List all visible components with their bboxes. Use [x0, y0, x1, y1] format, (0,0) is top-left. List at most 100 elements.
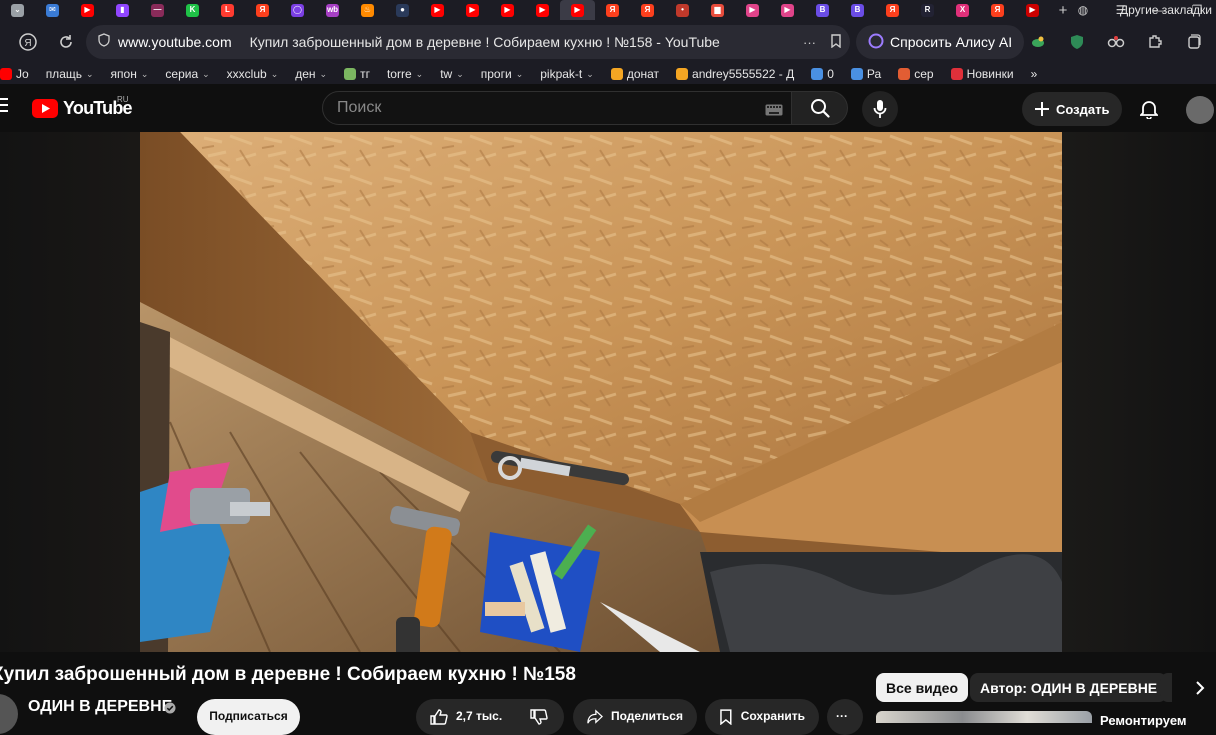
browser-tab[interactable]: ▶ [1015, 0, 1050, 20]
bookmark-item[interactable]: сер [898, 67, 934, 81]
browser-tab[interactable]: ▶ [525, 0, 560, 20]
notifications-button[interactable] [1134, 94, 1164, 124]
account-avatar[interactable] [1186, 96, 1214, 124]
bookmark-folder[interactable]: плащь ⌄ [46, 67, 94, 81]
video-frame[interactable] [140, 132, 1062, 652]
circle-icon: ◯ [291, 3, 304, 17]
site-info-icon[interactable] [98, 32, 110, 52]
bookmark-item[interactable]: 0 [811, 67, 834, 81]
bookmark-item[interactable]: Новинки [950, 67, 1014, 81]
ask-alice-button[interactable]: Спросить Алису AI [856, 25, 1025, 59]
video-player[interactable] [0, 132, 1216, 652]
browser-tab[interactable]: wb [315, 0, 350, 20]
bookmark-label: проги [480, 67, 512, 81]
bookmark-label: сер [914, 67, 934, 81]
extensions-puzzle-icon[interactable] [1135, 34, 1174, 50]
browser-tab[interactable]: ▶ [455, 0, 490, 20]
browser-tab[interactable]: L [210, 0, 245, 20]
browser-tab[interactable]: ▮ [105, 0, 140, 20]
bookmark-folder[interactable]: torre ⌄ [387, 67, 423, 81]
profile-icon[interactable]: ◍ [1064, 3, 1102, 17]
bookmark-item[interactable]: донат [610, 67, 659, 81]
bookmark-label: andrey5555522 - Д [692, 67, 795, 81]
browser-tab[interactable]: — [140, 0, 175, 20]
bookmark-item[interactable]: тг [344, 67, 370, 81]
share-button[interactable]: Поделиться [573, 699, 697, 735]
browser-tab[interactable]: ▶ [770, 0, 805, 20]
recommended-thumbnail[interactable] [876, 711, 1092, 723]
voice-search-button[interactable] [862, 91, 898, 127]
bookmark-folder[interactable]: pikpak-t ⌄ [540, 67, 594, 81]
recommended-title[interactable]: Ремонтируем [1100, 713, 1187, 728]
browser-tab[interactable]: X [945, 0, 980, 20]
browser-tab[interactable]: ⌄ [0, 0, 35, 20]
bookmark-item[interactable]: Ра [850, 67, 882, 81]
create-button[interactable]: Создать [1022, 92, 1123, 126]
bookmarks-overflow-button[interactable]: » [1031, 67, 1038, 81]
browser-tab[interactable]: B [805, 0, 840, 20]
extension-leaf-icon[interactable] [1018, 34, 1057, 50]
channel-name[interactable]: ОДИН В ДЕРЕВНЕ [28, 698, 172, 716]
bookmark-folder[interactable]: tw ⌄ [440, 67, 464, 81]
youtube-logo[interactable]: YouTube RU [32, 95, 133, 119]
browser-tab[interactable]: Я [630, 0, 665, 20]
browser-tab[interactable]: ▶ [420, 0, 455, 20]
bookmark-folder[interactable]: ден ⌄ [295, 67, 327, 81]
chip-author[interactable]: Автор: ОДИН В ДЕРЕВНЕ [970, 673, 1168, 702]
thumbs-down-icon[interactable] [530, 709, 548, 725]
browser-tab-strip: ⌄ ✉ ▶ ▮ — K L Я ◯ wb ♨ ● ▶ ▶ ▶ ▶ ▶ Я Я • ▆ ▶ ▶ B B Я R X Я ▶ + [0, 0, 1216, 20]
extension-shield-icon[interactable] [1057, 34, 1096, 50]
browser-tab[interactable]: ▶ [70, 0, 105, 20]
bookmark-label: Ра [866, 67, 882, 81]
more-options-icon[interactable]: ··· [803, 35, 816, 50]
omnibox[interactable]: www.youtube.com Купил заброшенный дом в … [86, 25, 850, 59]
search-input[interactable] [337, 99, 737, 117]
save-button[interactable]: Сохранить [705, 699, 819, 735]
chip-all-videos[interactable]: Все видео [876, 673, 969, 702]
donate-icon [676, 68, 689, 80]
browser-tab[interactable]: B [840, 0, 875, 20]
browser-tab[interactable]: Я [875, 0, 910, 20]
other-bookmarks[interactable]: Другие закладки [1120, 3, 1212, 17]
reload-icon[interactable] [48, 24, 84, 60]
browser-tab[interactable]: Я [245, 0, 280, 20]
bookmark-icon[interactable] [830, 33, 842, 51]
channel-avatar[interactable] [0, 694, 18, 734]
save-label: Сохранить [740, 709, 805, 723]
bookmark-folder[interactable]: xxxclub ⌄ [227, 67, 279, 81]
browser-tab[interactable]: K [175, 0, 210, 20]
browser-tab[interactable]: ♨ [350, 0, 385, 20]
browser-tab[interactable]: ▶ [560, 0, 595, 20]
bookmark-item[interactable]: andrey5555522 - Д [676, 67, 794, 81]
yandex-logo-icon[interactable]: Я [10, 24, 46, 60]
subscribe-button[interactable]: Подписаться [197, 699, 300, 735]
search-button[interactable] [792, 91, 848, 125]
bookmark-folder[interactable]: проги ⌄ [481, 67, 523, 81]
browser-tab[interactable]: ▶ [490, 0, 525, 20]
browser-tab[interactable]: ◯ [280, 0, 315, 20]
browser-tab[interactable]: • [665, 0, 700, 20]
extension-glasses-icon[interactable] [1096, 35, 1135, 49]
bookmark-label: xxxclub [226, 67, 267, 81]
bookmark-item[interactable]: Jo [0, 67, 29, 81]
bookmark-folder[interactable]: сериа ⌄ [165, 67, 209, 81]
browser-tab[interactable]: ● [385, 0, 420, 20]
keyboard-icon[interactable] [765, 103, 783, 121]
browser-tab[interactable]: Я [980, 0, 1015, 20]
browser-tab[interactable]: R [910, 0, 945, 20]
collections-icon[interactable] [1174, 34, 1213, 50]
like-dislike-button[interactable]: 2,7 тыс. [416, 699, 564, 735]
bookmark-label: pikpak-t [540, 67, 583, 81]
chips-next-button[interactable] [1184, 673, 1216, 702]
create-label: Создать [1056, 101, 1110, 117]
more-actions-button[interactable]: ··· [827, 699, 863, 735]
url-text[interactable]: www.youtube.com [118, 34, 232, 50]
browser-tab[interactable]: ✉ [35, 0, 70, 20]
bookmark-folder[interactable]: япон ⌄ [111, 67, 149, 81]
guide-menu-icon[interactable] [0, 98, 10, 116]
browser-tab[interactable]: ▆ [700, 0, 735, 20]
chevron-down-icon: ⌄ [86, 68, 94, 79]
browser-tab[interactable]: ▶ [735, 0, 770, 20]
browser-tab[interactable]: Я [595, 0, 630, 20]
chip-partial[interactable] [1160, 673, 1172, 702]
